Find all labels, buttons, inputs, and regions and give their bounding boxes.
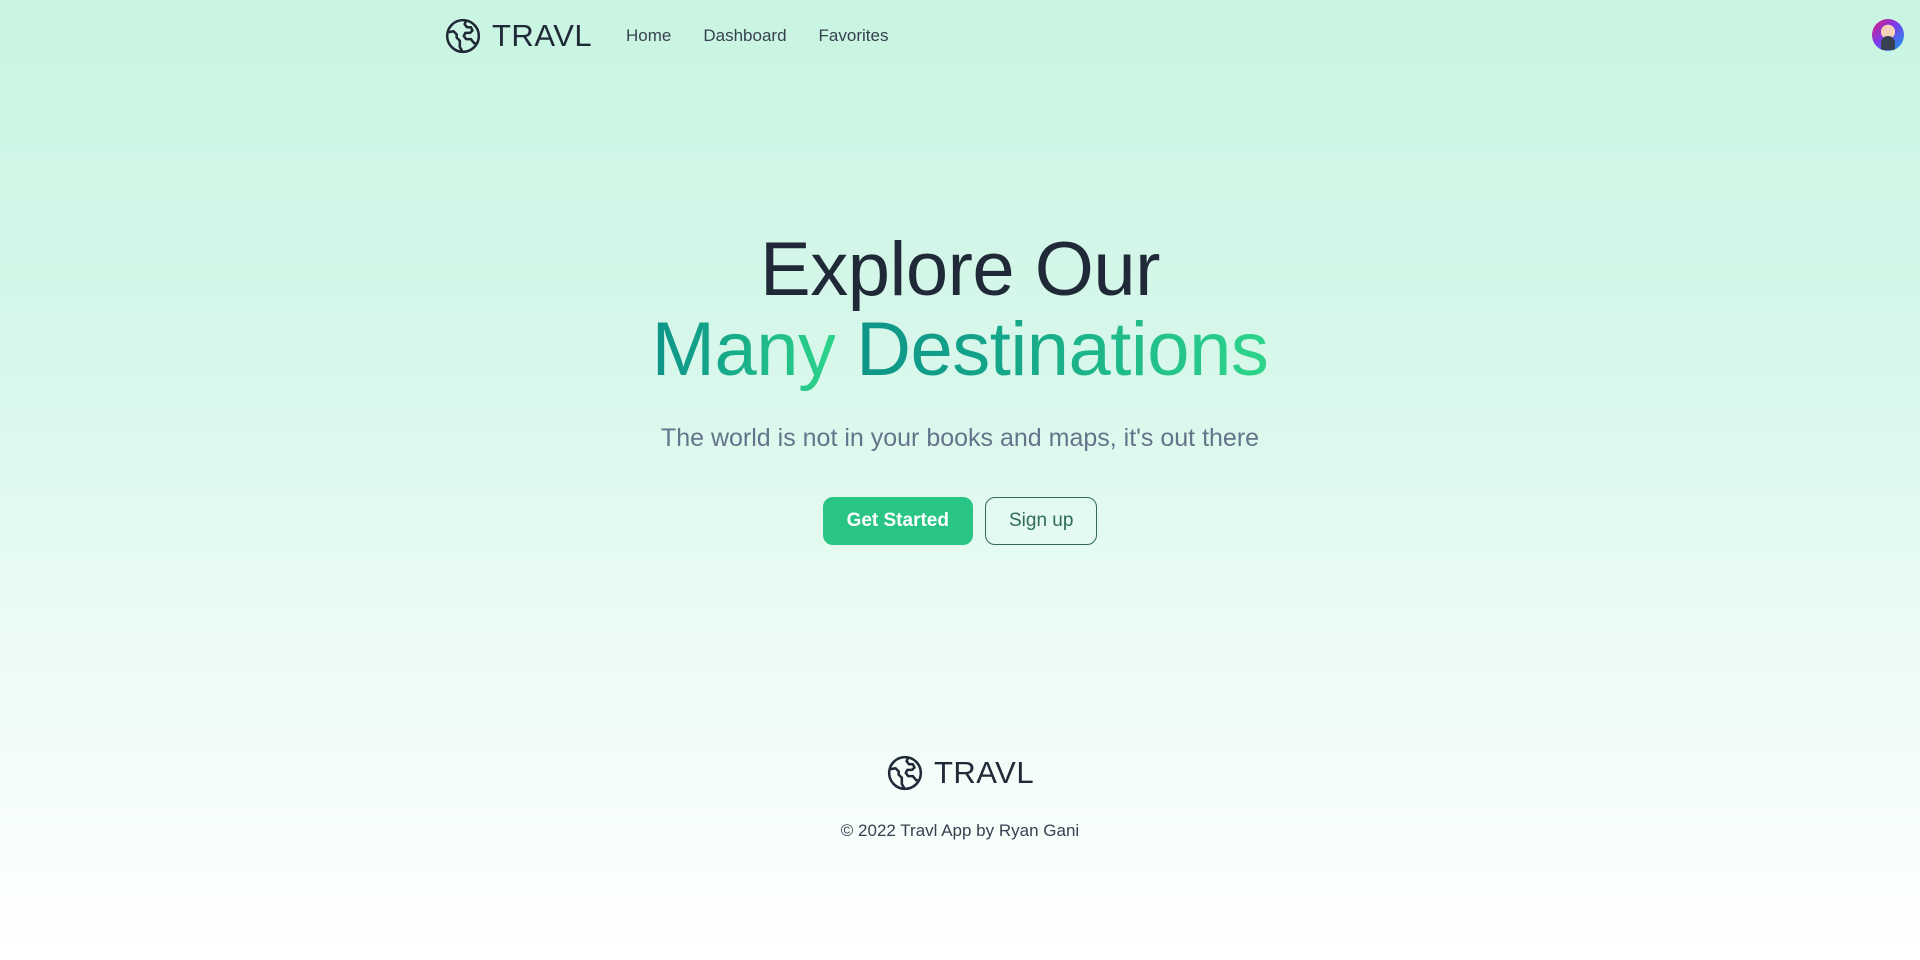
nav-link-home[interactable]: Home (626, 26, 671, 46)
nav-link-dashboard[interactable]: Dashboard (703, 26, 786, 46)
avatar-figure (1881, 36, 1895, 50)
user-avatar[interactable] (1872, 19, 1904, 51)
nav-link-favorites[interactable]: Favorites (819, 26, 889, 46)
hero-actions: Get Started Sign up (0, 497, 1920, 545)
hero-title-line1: Explore Our (760, 227, 1161, 312)
globe-icon (445, 18, 481, 54)
nav-links: Home Dashboard Favorites (626, 26, 888, 46)
brand-logo-link[interactable]: TRAVL (444, 17, 592, 55)
hero-title-line2: Many Destinations (0, 310, 1920, 390)
hero-section: Explore Our Many Destinations The world … (0, 230, 1920, 545)
copyright-text: © 2022 Travl App by Ryan Gani (840, 821, 1080, 840)
hero-title-destinations: Destinations (856, 307, 1269, 392)
sign-up-button[interactable]: Sign up (984, 497, 1098, 545)
hero-title-many: Many (651, 307, 836, 392)
footer: TRAVL © 2022 Travl App by Ryan Gani (0, 754, 1920, 841)
footer-brand: TRAVL (886, 754, 1034, 792)
navbar: TRAVL Home Dashboard Favorites (0, 0, 1920, 72)
footer-brand-name: TRAVL (933, 755, 1035, 790)
hero-title: Explore Our Many Destinations (0, 230, 1920, 390)
hero-subtitle: The world is not in your books and maps,… (660, 424, 1260, 452)
brand-name: TRAVL (492, 18, 593, 53)
globe-icon (887, 755, 923, 791)
get-started-button[interactable]: Get Started (822, 497, 973, 545)
